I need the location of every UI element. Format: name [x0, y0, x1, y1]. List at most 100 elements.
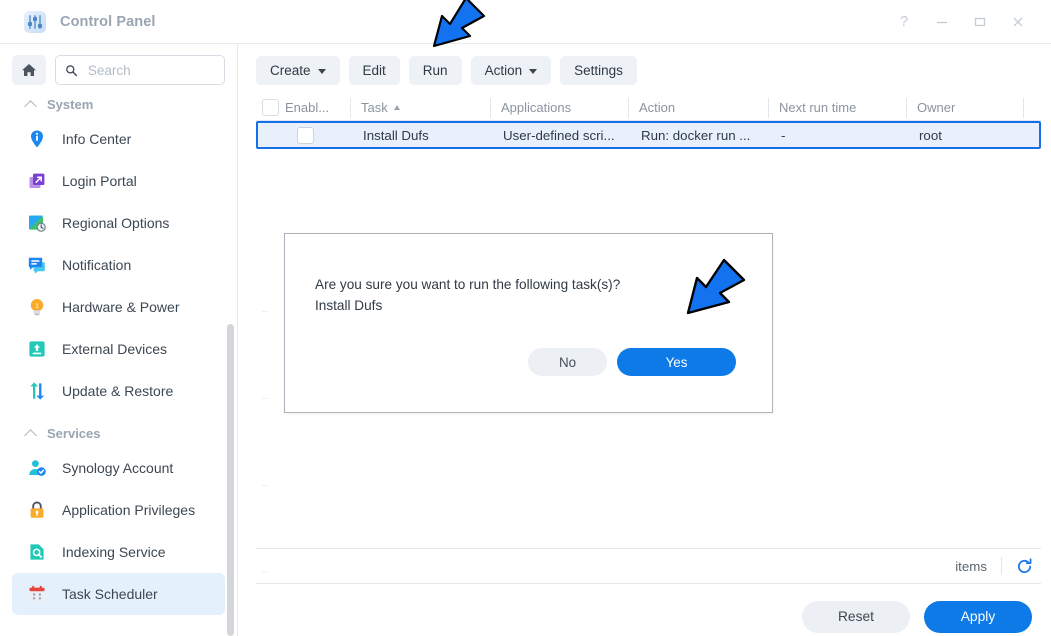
indexing-service-icon: [26, 541, 48, 563]
row-next-run-time-cell: -: [781, 127, 786, 143]
sidebar-group-services[interactable]: Services: [0, 420, 237, 447]
column-header-applications[interactable]: Applications: [491, 97, 629, 118]
toolbar: Create Edit Run Action Settings: [239, 44, 1051, 95]
status-bar: items: [256, 548, 1041, 584]
sidebar-item-label: Synology Account: [62, 460, 174, 476]
column-header-spacer: [1024, 98, 1041, 118]
sidebar-group-label: System: [47, 97, 94, 112]
dialog-message-line1: Are you sure you want to run the followi…: [315, 277, 621, 292]
sidebar-item-label: Update & Restore: [62, 383, 174, 399]
column-header-next-run-time[interactable]: Next run time: [769, 97, 907, 118]
sidebar-item-info-center[interactable]: Info Center: [12, 118, 225, 160]
sidebar-item-login-portal[interactable]: Login Portal: [12, 160, 225, 202]
search-input[interactable]: [85, 61, 215, 79]
login-portal-icon: [26, 170, 48, 192]
minimize-button[interactable]: [925, 7, 959, 37]
sidebar-item-indexing-service[interactable]: Indexing Service: [12, 531, 225, 573]
apply-button[interactable]: Apply: [924, 600, 1032, 633]
chevron-down-icon: [529, 69, 538, 74]
svg-text:1: 1: [35, 303, 39, 310]
column-header-label: Owner: [917, 100, 956, 115]
refresh-button[interactable]: [1016, 557, 1033, 575]
dialog-buttons: No Yes: [528, 348, 736, 376]
column-header-action[interactable]: Action: [629, 97, 769, 118]
external-devices-icon: [26, 338, 48, 360]
create-button[interactable]: Create: [256, 56, 340, 85]
dialog-message: Are you sure you want to run the followi…: [315, 274, 620, 316]
row-tick: [262, 398, 267, 399]
notification-icon: [26, 254, 48, 276]
chevron-down-icon: [317, 69, 326, 74]
column-header-label: Task: [361, 100, 388, 115]
refresh-icon: [1017, 557, 1032, 573]
search-box[interactable]: [55, 55, 225, 85]
sidebar-item-application-privileges[interactable]: Application Privileges: [12, 489, 225, 531]
run-button[interactable]: Run: [408, 56, 462, 85]
close-button[interactable]: [1001, 7, 1035, 37]
home-button[interactable]: [12, 55, 46, 85]
sidebar-item-label: Info Center: [62, 131, 132, 147]
sidebar-group-system[interactable]: System: [0, 91, 237, 118]
window-controls: ?: [887, 7, 1035, 37]
row-tick: [262, 485, 267, 486]
control-panel-window: Control Panel ? Search System Info Cente…: [0, 0, 1051, 636]
edit-button[interactable]: Edit: [348, 56, 400, 85]
sort-ascending-icon: [393, 105, 400, 110]
dialog-message-line2: Install Dufs: [315, 298, 383, 313]
row-enable-cell[interactable]: [258, 126, 353, 144]
sidebar-group-label: Services: [47, 426, 101, 441]
chevron-up-icon: [24, 99, 37, 113]
table-header-row: Enabl... Task Applications Action Next r…: [256, 95, 1041, 121]
column-header-owner[interactable]: Owner: [907, 97, 1024, 118]
row-checkbox[interactable]: [297, 126, 314, 144]
window-title: Control Panel: [60, 13, 156, 30]
sidebar-scrollbar-thumb[interactable]: [227, 324, 234, 636]
dialog-yes-button[interactable]: Yes: [617, 348, 736, 376]
sidebar-item-task-scheduler[interactable]: Task Scheduler: [12, 573, 225, 615]
task-scheduler-icon: [26, 583, 48, 605]
run-button-label: Run: [422, 63, 448, 78]
sidebar-item-external-devices[interactable]: External Devices: [12, 328, 225, 370]
footer-actions: Reset Apply: [239, 597, 1051, 636]
settings-button[interactable]: Settings: [560, 56, 637, 85]
select-all-checkbox[interactable]: [262, 99, 279, 116]
action-button[interactable]: Action: [470, 56, 552, 85]
sidebar-item-label: Regional Options: [62, 215, 170, 231]
table-row[interactable]: Install Dufs User-defined scri... Run: d…: [256, 121, 1041, 149]
sidebar-item-regional-options[interactable]: Regional Options: [12, 202, 225, 244]
settings-button-label: Settings: [574, 63, 623, 78]
hardware-power-icon: 1: [26, 296, 48, 318]
search-icon: [66, 64, 78, 76]
window-titlebar: Control Panel ?: [0, 0, 1051, 44]
sidebar-item-label: External Devices: [62, 341, 168, 357]
sidebar-item-hardware-power[interactable]: 1 Hardware & Power: [12, 286, 225, 328]
home-icon: [22, 64, 36, 76]
reset-button[interactable]: Reset: [802, 600, 910, 633]
column-header-label: Applications: [501, 100, 572, 115]
action-button-label: Action: [484, 63, 523, 78]
sidebar-item-update-restore[interactable]: Update & Restore: [12, 370, 225, 412]
sidebar-item-synology-account[interactable]: Synology Account: [12, 447, 225, 489]
column-header-task[interactable]: Task: [351, 97, 491, 118]
application-privileges-icon: [26, 499, 48, 521]
sidebar-item-label: Hardware & Power: [62, 299, 180, 315]
column-header-enable[interactable]: Enabl...: [256, 97, 351, 118]
control-panel-icon: [24, 10, 46, 33]
run-confirmation-dialog: Are you sure you want to run the followi…: [284, 233, 773, 413]
row-owner-cell: root: [919, 127, 942, 143]
items-count-label: items: [955, 558, 987, 574]
chevron-up-icon: [24, 428, 37, 442]
column-header-label: Enabl...: [285, 100, 330, 115]
status-divider: [1001, 557, 1002, 575]
sidebar-item-label: Application Privileges: [62, 502, 196, 518]
sidebar-item-label: Login Portal: [62, 173, 137, 189]
dialog-no-button[interactable]: No: [528, 348, 607, 376]
sidebar-search-row: [0, 44, 237, 91]
sidebar-item-label: Task Scheduler: [62, 586, 158, 602]
help-button[interactable]: ?: [887, 7, 921, 37]
sidebar-item-label: Notification: [62, 257, 132, 273]
row-action-cell: Run: docker run ...: [641, 127, 751, 143]
row-task-cell: Install Dufs: [363, 127, 429, 143]
maximize-button[interactable]: [963, 7, 997, 37]
sidebar-item-notification[interactable]: Notification: [12, 244, 225, 286]
